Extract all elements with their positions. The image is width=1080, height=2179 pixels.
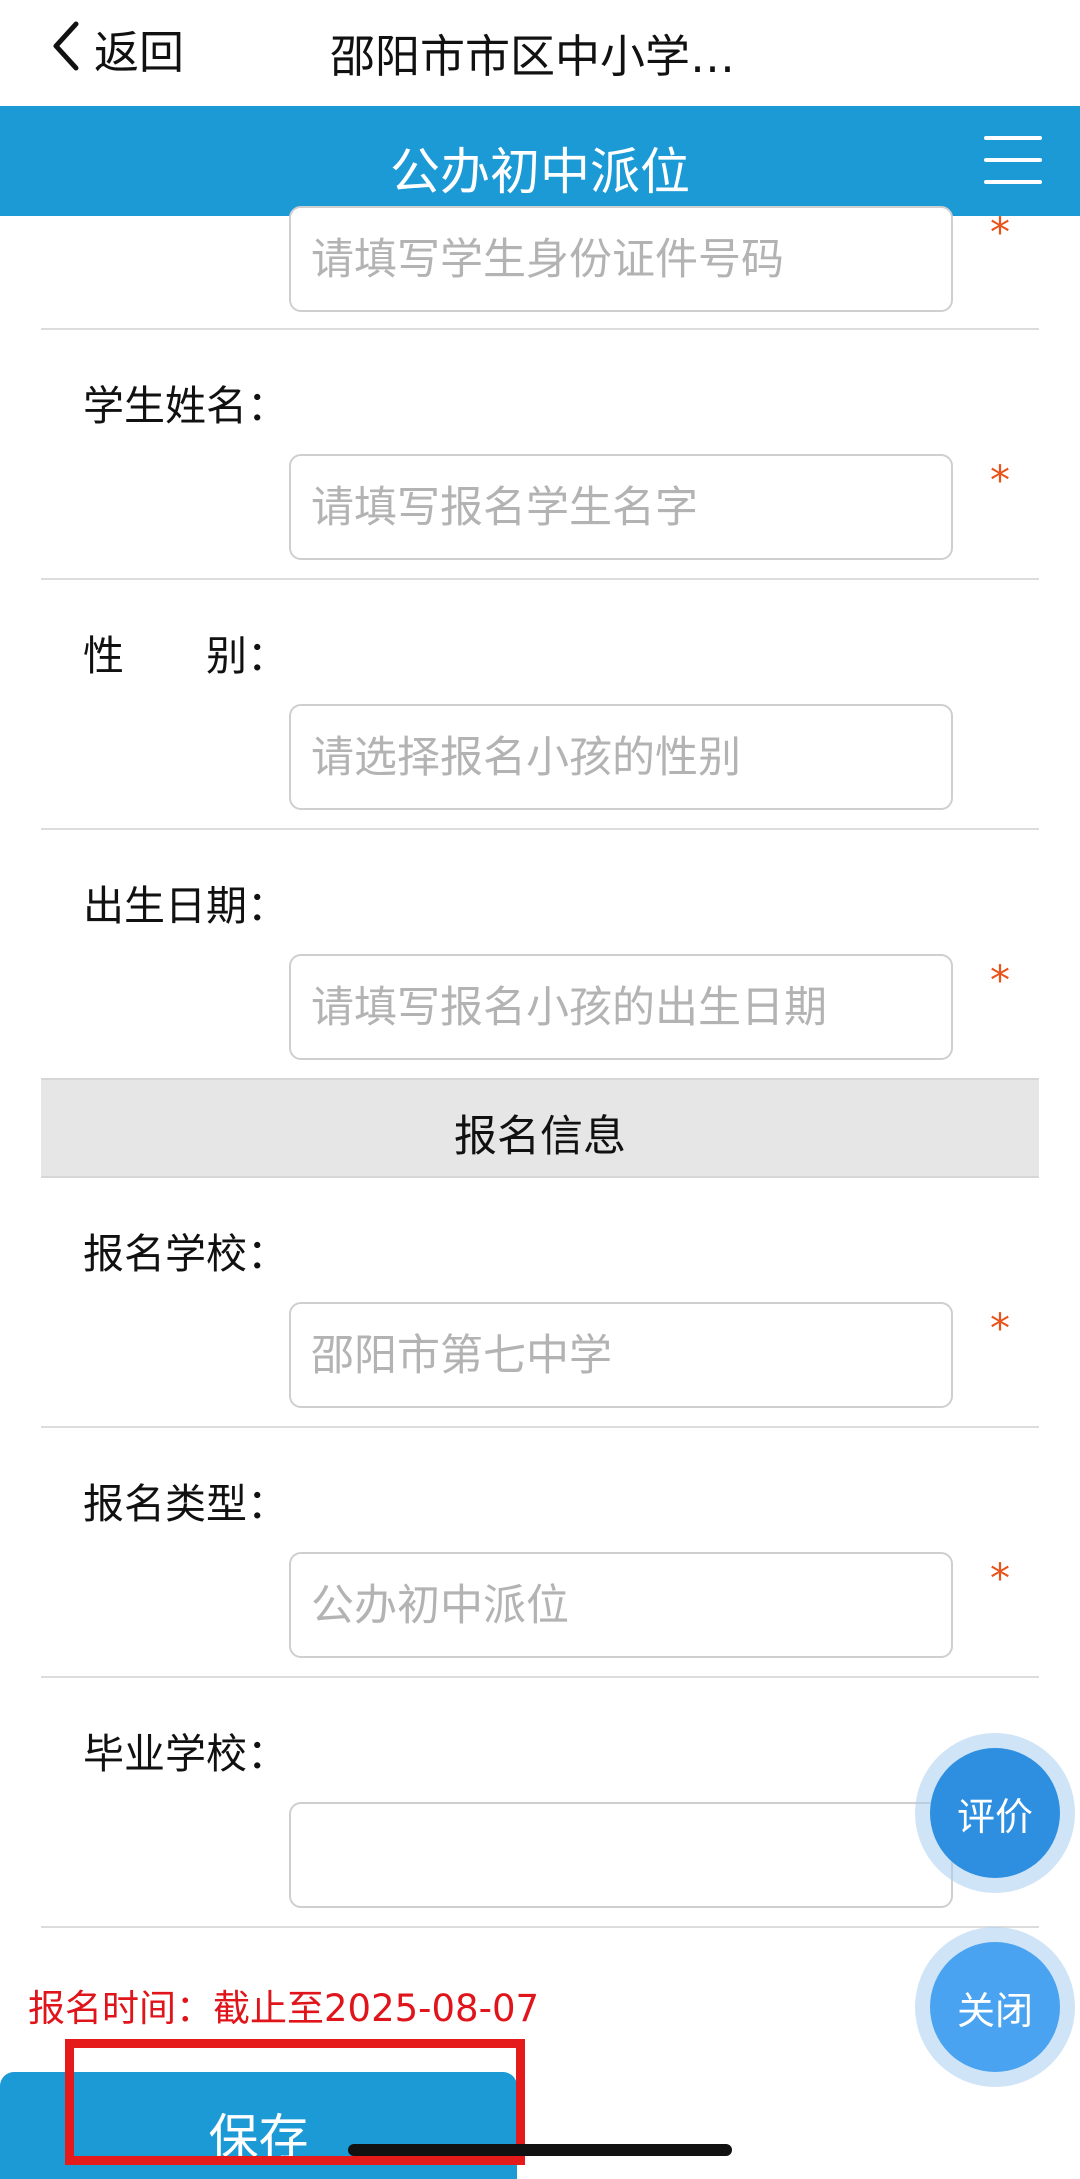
type-input[interactable] bbox=[309, 1554, 933, 1658]
graduate-school-field[interactable] bbox=[289, 1802, 953, 1908]
close-button[interactable]: 关闭 bbox=[915, 1927, 1075, 2087]
school-input[interactable] bbox=[309, 1304, 933, 1408]
deadline-text: 报名时间：截止至2025-08-07 bbox=[28, 1987, 540, 2030]
review-button[interactable]: 评价 bbox=[915, 1733, 1075, 1893]
close-label: 关闭 bbox=[956, 1988, 1033, 2033]
gender-input[interactable] bbox=[309, 706, 933, 810]
gender-select[interactable] bbox=[289, 704, 953, 810]
id-number-field[interactable] bbox=[289, 206, 953, 312]
type-field[interactable] bbox=[289, 1552, 953, 1658]
id-number-input[interactable] bbox=[309, 208, 933, 312]
header-bar: 公办初中派位 bbox=[0, 106, 1080, 216]
page-title: 邵阳市市区中小学… bbox=[330, 30, 736, 83]
review-label: 评价 bbox=[956, 1794, 1033, 1839]
back-button[interactable]: 返回 bbox=[48, 18, 185, 79]
top-nav-bar: 返回 邵阳市市区中小学… bbox=[0, 0, 1080, 106]
divider bbox=[41, 1926, 1039, 1928]
required-mark: * bbox=[990, 1556, 1010, 1602]
required-mark: * bbox=[990, 210, 1010, 256]
student-name-field[interactable] bbox=[289, 454, 953, 560]
graduate-school-label: 毕业学校： bbox=[83, 1730, 288, 1778]
required-mark: * bbox=[990, 1306, 1010, 1352]
graduate-school-input[interactable] bbox=[309, 1804, 933, 1908]
school-label: 报名学校： bbox=[83, 1230, 288, 1278]
divider bbox=[41, 578, 1039, 580]
section-header: 报名信息 bbox=[41, 1078, 1039, 1178]
student-name-input[interactable] bbox=[309, 456, 933, 560]
divider bbox=[41, 1676, 1039, 1678]
birthdate-input[interactable] bbox=[309, 956, 933, 1060]
back-label: 返回 bbox=[94, 25, 185, 79]
divider bbox=[41, 328, 1039, 330]
home-indicator bbox=[348, 2144, 732, 2156]
student-name-label: 学生姓名： bbox=[83, 382, 288, 430]
gender-label: 性 别： bbox=[83, 632, 288, 680]
type-label: 报名类型： bbox=[83, 1480, 288, 1528]
birthdate-field[interactable] bbox=[289, 954, 953, 1060]
section-title: 报名信息 bbox=[454, 1112, 626, 1162]
required-mark: * bbox=[990, 458, 1010, 504]
chevron-left-icon bbox=[48, 20, 84, 76]
school-field[interactable] bbox=[289, 1302, 953, 1408]
header-title: 公办初中派位 bbox=[390, 143, 690, 201]
divider bbox=[41, 828, 1039, 830]
divider bbox=[41, 1426, 1039, 1428]
hamburger-menu-icon[interactable] bbox=[984, 136, 1042, 186]
birthdate-label: 出生日期： bbox=[83, 882, 288, 930]
required-mark: * bbox=[990, 958, 1010, 1004]
